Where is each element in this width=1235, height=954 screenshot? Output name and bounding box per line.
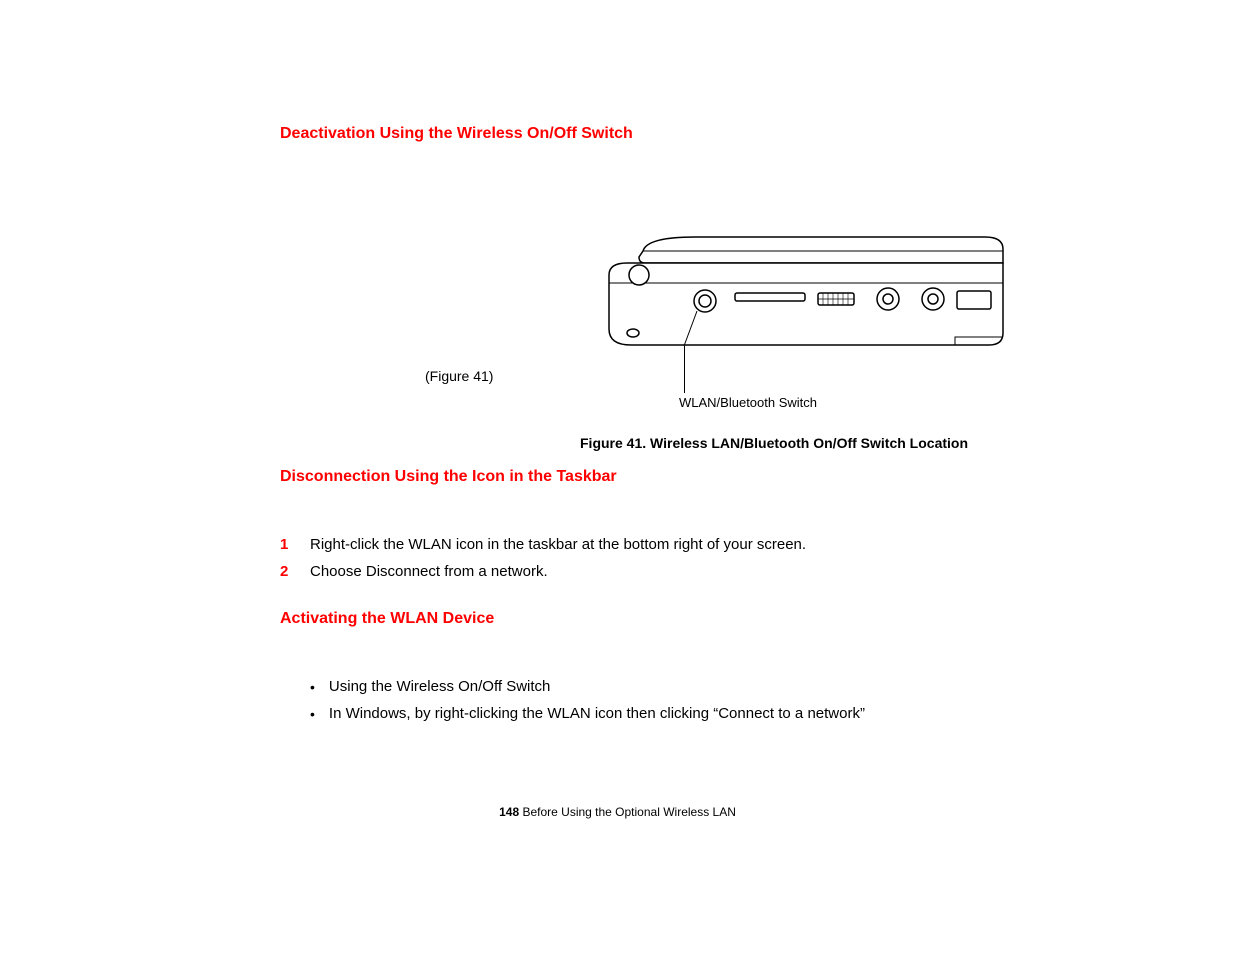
step-text: Right-click the WLAN icon in the taskbar…: [310, 536, 806, 553]
bullet-icon: •: [310, 707, 315, 721]
bullet-text: In Windows, by right-clicking the WLAN i…: [329, 705, 865, 722]
figure-block: (Figure 41): [280, 173, 1040, 393]
figure-reference: (Figure 41): [425, 368, 493, 384]
page-content: Deactivation Using the Wireless On/Off S…: [280, 125, 1040, 732]
step-text: Choose Disconnect from a network.: [310, 563, 548, 580]
page-footer: 148 Before Using the Optional Wireless L…: [0, 805, 1235, 819]
bullet-item-1: • Using the Wireless On/Off Switch: [310, 678, 1040, 695]
bullet-icon: •: [310, 680, 315, 694]
heading-disconnection: Disconnection Using the Icon in the Task…: [280, 468, 1040, 486]
figure-caption: Figure 41. Wireless LAN/Bluetooth On/Off…: [580, 435, 968, 451]
callout-leader-line: [684, 346, 685, 393]
footer-text: Before Using the Optional Wireless LAN: [519, 805, 736, 819]
step-1: 1 Right-click the WLAN icon in the taskb…: [280, 536, 1040, 553]
callout-label: WLAN/Bluetooth Switch: [679, 395, 817, 410]
step-number: 2: [280, 563, 292, 580]
bullet-list: • Using the Wireless On/Off Switch • In …: [310, 678, 1040, 722]
step-number: 1: [280, 536, 292, 553]
heading-deactivation: Deactivation Using the Wireless On/Off S…: [280, 125, 1040, 143]
bullet-text: Using the Wireless On/Off Switch: [329, 678, 550, 695]
numbered-steps: 1 Right-click the WLAN icon in the taskb…: [280, 536, 1040, 580]
laptop-side-illustration: [605, 233, 1015, 358]
step-2: 2 Choose Disconnect from a network.: [280, 563, 1040, 580]
heading-activating: Activating the WLAN Device: [280, 610, 1040, 628]
page-number: 148: [499, 805, 519, 819]
bullet-item-2: • In Windows, by right-clicking the WLAN…: [310, 705, 1040, 722]
